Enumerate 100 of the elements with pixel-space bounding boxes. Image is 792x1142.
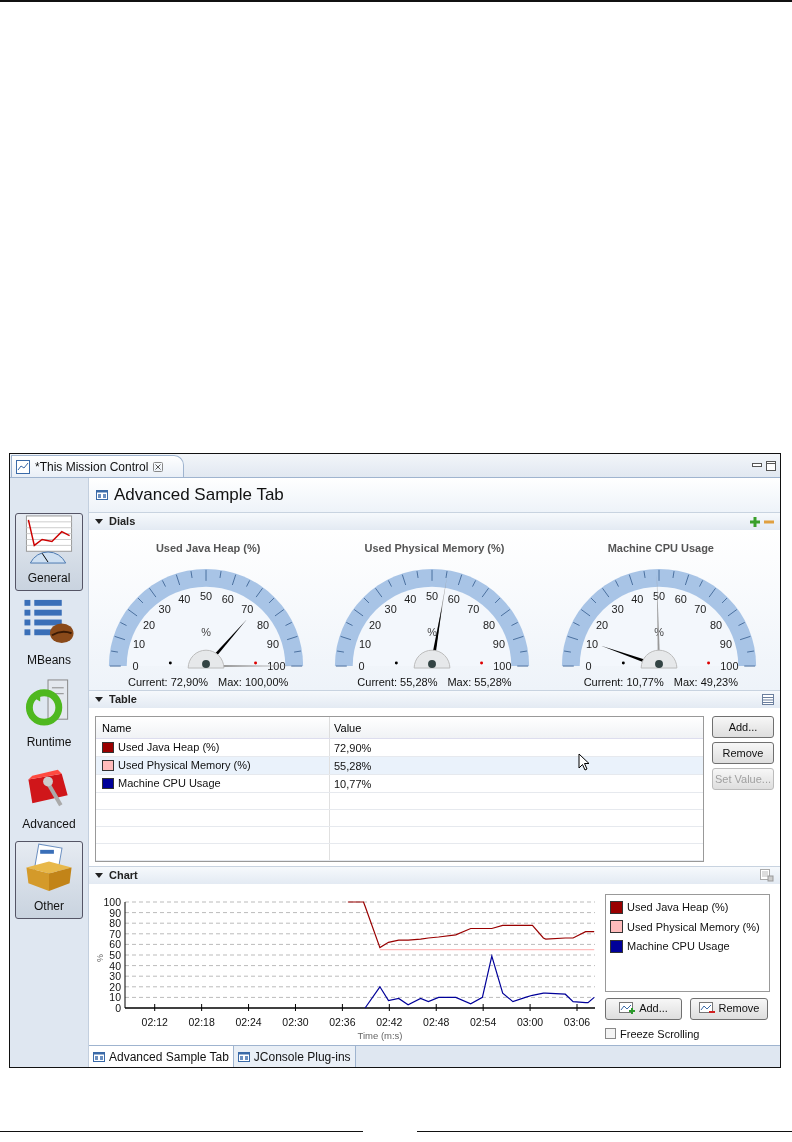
legend-label: Used Java Heap (%) — [627, 900, 729, 915]
unit-label: % — [201, 625, 211, 638]
tick-label: 02:36 — [329, 1016, 356, 1028]
tick-label: 40 — [109, 959, 121, 972]
collapse-triangle-icon[interactable] — [95, 696, 103, 703]
dial-title: Used Java Heap (%) — [155, 541, 261, 556]
tick-label: 03:00 — [516, 1016, 544, 1028]
column-header[interactable]: Value — [330, 717, 703, 738]
tick-label: 30 — [109, 970, 121, 983]
tick-label: 50 — [652, 589, 665, 602]
sidebar-label: Advanced — [22, 816, 76, 833]
section-title: Table — [109, 692, 137, 708]
maximize-icon[interactable] — [766, 461, 776, 471]
tick-label: 100 — [720, 659, 739, 672]
push-button[interactable]: Add... — [712, 716, 774, 738]
tab-title: *This Mission Control — [35, 458, 149, 476]
plus-icon[interactable] — [750, 516, 760, 527]
table-icon[interactable] — [762, 694, 774, 705]
tick-label: 02:54 — [470, 1016, 497, 1028]
tick-label: 30 — [611, 602, 624, 615]
section-title: Chart — [109, 868, 138, 884]
table-row[interactable]: Machine CPU Usage 10,77% — [96, 775, 703, 793]
tick-label: 40 — [404, 592, 417, 605]
tick-label: 100 — [493, 659, 512, 672]
sidebar-item[interactable]: General — [15, 513, 83, 591]
legend-label: Used Physical Memory (%) — [627, 919, 760, 935]
collapse-triangle-icon[interactable] — [95, 518, 103, 525]
page-title: Advanced Sample Tab — [114, 484, 284, 507]
tick-label: 60 — [109, 938, 121, 951]
tick-label: 70 — [694, 602, 707, 615]
tick-label: 10 — [109, 991, 121, 1004]
editor-tab[interactable]: *This Mission Control — [11, 455, 185, 477]
dial-title: Machine CPU Usage — [607, 541, 714, 556]
needle-hub — [187, 649, 225, 669]
tick-label: 80 — [109, 917, 121, 930]
tick-label: 70 — [109, 927, 121, 940]
table-cell-text: 10,77% — [333, 776, 373, 792]
sidebar-item[interactable]: Advanced — [15, 759, 83, 837]
tick-label: 02:42 — [376, 1016, 403, 1028]
table-cell-text: Used Physical Memory (%) — [118, 758, 251, 774]
tick-label: 60 — [674, 592, 687, 605]
sidebar-label: General — [27, 570, 71, 587]
tick-label: 02:18 — [188, 1016, 215, 1028]
tick-label: 100 — [267, 659, 286, 672]
tab-label: Advanced Sample Tab — [109, 1048, 229, 1066]
tick-label: 0 — [132, 659, 139, 672]
section-header[interactable]: Chart — [89, 866, 780, 884]
section-header[interactable]: Table — [89, 690, 780, 708]
tick-label: 02:30 — [282, 1016, 309, 1028]
max-reading: Max: 49,23% — [673, 674, 738, 690]
table-row[interactable]: Used Java Heap (%) 72,90% — [96, 739, 703, 757]
chart-icon — [16, 459, 30, 474]
tick-label: 80 — [483, 618, 496, 631]
tab-page-icon — [96, 490, 108, 500]
tick-label: 80 — [709, 618, 722, 631]
checkbox[interactable] — [605, 1028, 616, 1040]
tick-label: 60 — [221, 592, 234, 605]
chart-remove-icon — [698, 1002, 715, 1015]
tick-label: 50 — [426, 589, 439, 602]
tick-label: 90 — [109, 906, 121, 919]
table-cell-text: 72,90% — [333, 740, 373, 756]
table-row[interactable]: Used Physical Memory (%) 55,28% — [96, 757, 703, 775]
tab-label: JConsole Plug-ins — [253, 1048, 351, 1066]
push-button[interactable]: Remove — [690, 997, 768, 1020]
max-reading: Max: 100,00% — [218, 674, 289, 690]
tick-label: 30 — [158, 602, 171, 615]
collapse-triangle-icon[interactable] — [95, 872, 103, 879]
sidebar-item[interactable]: Runtime — [15, 677, 83, 755]
tick-label: 80 — [257, 618, 270, 631]
bottom-tab[interactable]: Advanced Sample Tab — [89, 1046, 234, 1067]
tick-label: 03:06 — [563, 1016, 591, 1028]
tick-label: 60 — [448, 592, 461, 605]
tick-label: 02:12 — [141, 1016, 168, 1028]
tick-label: 0 — [359, 659, 366, 672]
axis-title: % — [95, 954, 105, 962]
tick-label: 90 — [493, 637, 506, 650]
push-button[interactable]: Remove — [712, 742, 774, 764]
current-reading: Current: 72,90% — [127, 674, 209, 690]
tick-label: 90 — [719, 637, 732, 650]
table-cell-text: Machine CPU Usage — [118, 776, 221, 792]
max-reading: Max: 55,28% — [447, 674, 512, 690]
bottom-tab[interactable]: JConsole Plug-ins — [233, 1046, 356, 1067]
checkbox-label: Freeze Scrolling — [620, 1026, 700, 1042]
sidebar-label: MBeans — [27, 652, 71, 669]
unit-label: % — [427, 625, 438, 638]
section-header[interactable]: Dials — [89, 512, 780, 530]
needle-hub — [640, 649, 678, 669]
tick-label: 20 — [369, 618, 382, 631]
push-button[interactable]: Add... — [605, 997, 682, 1020]
tick-label: 50 — [109, 949, 121, 961]
chart-add-icon — [619, 1002, 636, 1015]
legend-label: Machine CPU Usage — [627, 939, 730, 954]
close-icon[interactable] — [153, 461, 164, 472]
sidebar-label: Runtime — [26, 734, 72, 751]
column-header[interactable]: Name — [96, 717, 330, 738]
current-reading: Current: 55,28% — [357, 674, 438, 690]
axis-title: Time (m:s) — [357, 1030, 403, 1041]
sidebar-item[interactable]: Other — [15, 841, 83, 919]
sidebar-item[interactable]: MBeans — [15, 595, 83, 673]
tab-page-icon — [93, 1051, 105, 1062]
